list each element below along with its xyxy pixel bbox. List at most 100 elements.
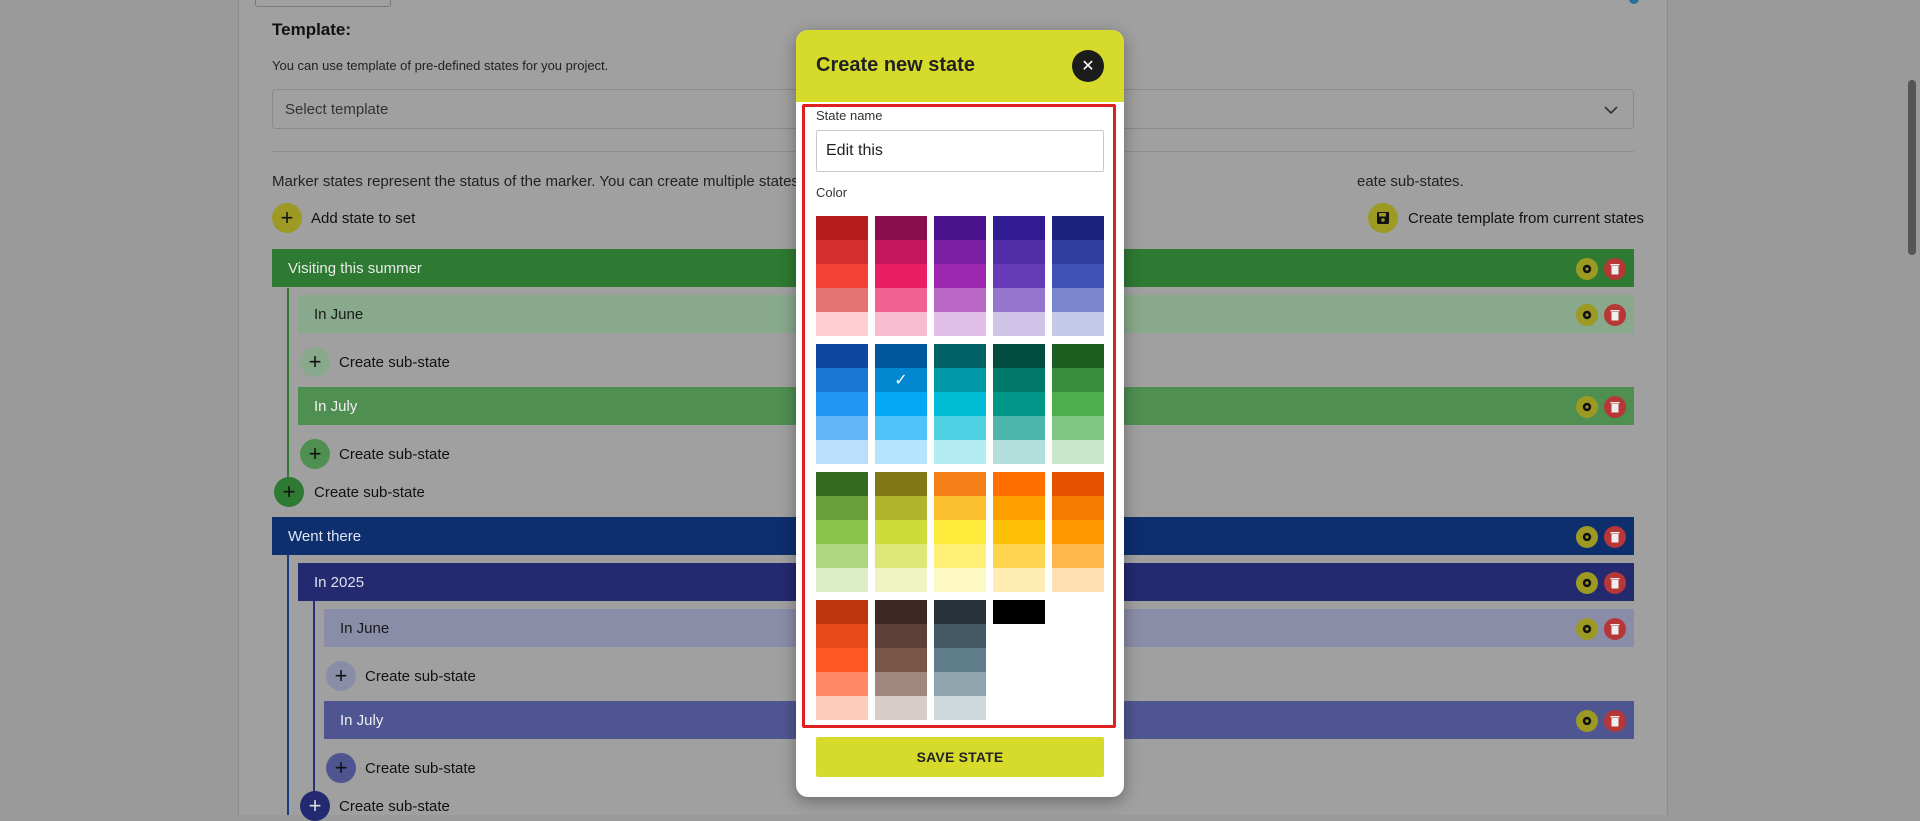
color-swatch[interactable] [993,472,1045,496]
color-swatch[interactable] [875,416,927,440]
gear-icon[interactable] [1576,710,1598,732]
color-swatch[interactable] [816,696,868,720]
color-swatch[interactable] [993,568,1045,592]
color-swatch[interactable] [934,216,986,240]
trash-icon[interactable] [1604,396,1626,418]
color-swatch[interactable] [875,648,927,672]
color-swatch[interactable] [1052,288,1104,312]
color-swatch[interactable] [993,544,1045,568]
color-swatch[interactable] [816,368,868,392]
color-swatch[interactable] [816,392,868,416]
color-swatch[interactable] [934,600,986,624]
color-swatch[interactable] [875,392,927,416]
color-swatch[interactable] [993,240,1045,264]
color-swatch[interactable]: ✓ [875,368,927,392]
color-swatch[interactable] [1052,568,1104,592]
color-swatch[interactable] [1052,240,1104,264]
color-swatch[interactable] [934,440,986,464]
color-swatch[interactable] [816,288,868,312]
color-swatch[interactable] [816,496,868,520]
color-swatch[interactable] [816,312,868,336]
color-swatch[interactable] [1052,264,1104,288]
color-swatch[interactable] [934,648,986,672]
color-swatch[interactable] [934,264,986,288]
color-swatch[interactable] [816,344,868,368]
color-swatch[interactable] [934,568,986,592]
color-swatch[interactable] [993,288,1045,312]
color-swatch[interactable] [875,288,927,312]
color-swatch[interactable] [875,472,927,496]
color-swatch[interactable] [816,416,868,440]
color-swatch[interactable] [993,264,1045,288]
color-swatch[interactable] [1052,520,1104,544]
color-swatch[interactable] [875,496,927,520]
color-swatch[interactable] [934,312,986,336]
gear-icon[interactable] [1576,572,1598,594]
color-swatch[interactable] [1052,416,1104,440]
create-substate-button[interactable]: + [326,753,356,783]
color-swatch[interactable] [875,544,927,568]
color-swatch[interactable] [934,496,986,520]
close-button[interactable]: ✕ [1072,50,1104,82]
color-swatch[interactable] [1052,344,1104,368]
color-swatch[interactable] [934,240,986,264]
color-swatch[interactable] [993,312,1045,336]
trash-icon[interactable] [1604,526,1626,548]
info-icon[interactable] [1629,0,1639,4]
color-swatch[interactable] [993,368,1045,392]
color-swatch[interactable] [934,624,986,648]
color-swatch[interactable] [993,520,1045,544]
color-swatch[interactable] [1052,392,1104,416]
color-swatch[interactable] [816,544,868,568]
color-swatch[interactable] [875,312,927,336]
trash-icon[interactable] [1604,710,1626,732]
create-substate-button[interactable]: + [300,347,330,377]
create-substate-button[interactable]: + [300,439,330,469]
create-template-button[interactable] [1368,203,1398,233]
color-swatch[interactable] [934,344,986,368]
color-swatch[interactable] [993,416,1045,440]
color-swatch[interactable] [934,672,986,696]
color-swatch[interactable] [816,672,868,696]
color-swatch[interactable] [816,648,868,672]
state-name-input[interactable]: Edit this [816,130,1104,172]
color-swatch[interactable] [816,520,868,544]
color-swatch[interactable] [875,264,927,288]
color-swatch[interactable] [875,624,927,648]
color-swatch[interactable] [816,472,868,496]
color-swatch[interactable] [875,696,927,720]
color-swatch[interactable] [934,368,986,392]
color-swatch[interactable] [875,568,927,592]
color-swatch[interactable] [875,344,927,368]
top-tab-fragment[interactable] [255,0,391,7]
color-swatch[interactable] [993,392,1045,416]
color-swatch[interactable] [934,696,986,720]
gear-icon[interactable] [1576,304,1598,326]
color-swatch[interactable] [816,624,868,648]
trash-icon[interactable] [1604,258,1626,280]
color-swatch[interactable] [993,216,1045,240]
color-swatch[interactable] [875,440,927,464]
color-swatch[interactable] [816,264,868,288]
trash-icon[interactable] [1604,572,1626,594]
create-substate-button[interactable]: + [274,477,304,507]
save-state-button[interactable]: SAVE STATE [816,737,1104,777]
color-swatch[interactable] [934,544,986,568]
color-swatch[interactable] [1052,368,1104,392]
trash-icon[interactable] [1604,304,1626,326]
color-swatch[interactable] [993,440,1045,464]
color-swatch[interactable] [875,600,927,624]
gear-icon[interactable] [1576,396,1598,418]
color-swatch[interactable] [816,600,868,624]
color-swatch[interactable] [875,216,927,240]
color-swatch[interactable] [816,240,868,264]
color-swatch[interactable] [1052,544,1104,568]
gear-icon[interactable] [1576,526,1598,548]
color-swatch[interactable] [934,288,986,312]
add-state-button[interactable]: + [272,203,302,233]
color-swatch[interactable] [875,520,927,544]
color-swatch[interactable] [875,240,927,264]
color-swatch[interactable] [816,440,868,464]
color-swatch[interactable] [993,344,1045,368]
color-swatch[interactable] [1052,496,1104,520]
